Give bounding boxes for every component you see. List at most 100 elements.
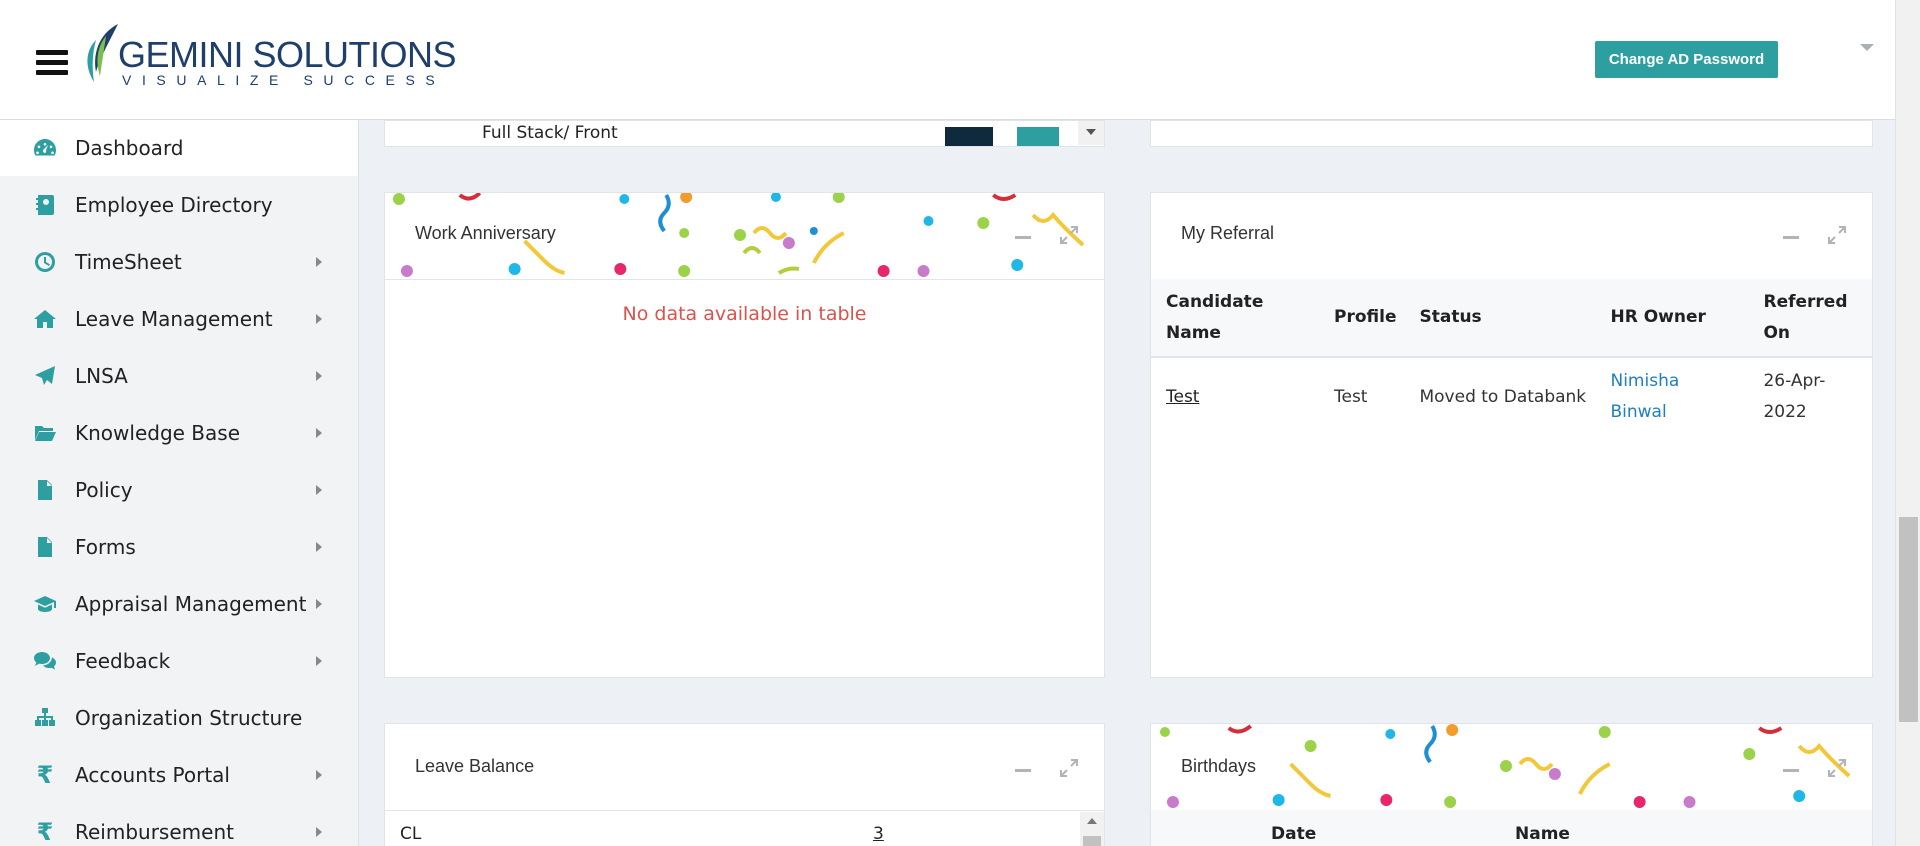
sidebar-item-label: Feedback <box>75 649 171 673</box>
table-header-row: Date Name <box>1151 810 1872 846</box>
minimize-icon[interactable] <box>1015 235 1031 239</box>
sidebar-item-reimbursement[interactable]: ₹ Reimbursement <box>0 804 358 846</box>
column-header[interactable]: Candidate Name <box>1151 279 1319 358</box>
candidate-link[interactable]: Test <box>1166 387 1199 407</box>
column-header[interactable]: Status <box>1404 279 1596 358</box>
rupee-icon: ₹ <box>36 818 54 846</box>
expand-icon[interactable] <box>1059 225 1079 249</box>
chevron-right-icon <box>316 827 322 837</box>
hr-owner-link[interactable]: Nimisha Binwal <box>1610 371 1679 422</box>
column-header[interactable]: Name <box>1515 824 1570 844</box>
panel-title: Work Anniversary <box>415 223 556 243</box>
sidebar-item-label: Policy <box>75 478 133 502</box>
sidebar-item-appraisal-management[interactable]: Appraisal Management <box>0 576 358 632</box>
expand-icon[interactable] <box>1059 758 1079 782</box>
page-scrollbar[interactable] <box>1895 0 1920 846</box>
partial-panel-top-left: Full Stack/ Front <box>384 120 1105 147</box>
sidebar-item-label: Leave Management <box>75 307 273 331</box>
sidebar-item-employee-directory[interactable]: Employee Directory <box>0 177 358 233</box>
action-button[interactable] <box>1017 127 1059 146</box>
column-header[interactable]: Date <box>1271 824 1316 844</box>
referral-table: Candidate Name Profile Status HR Owner R… <box>1151 279 1872 436</box>
chevron-right-icon <box>316 485 322 495</box>
sidebar-item-leave-management[interactable]: Leave Management <box>0 291 358 347</box>
leave-type-label: CL <box>400 824 422 844</box>
sidebar-item-label: LNSA <box>75 364 128 388</box>
user-menu-caret-icon[interactable] <box>1860 44 1874 51</box>
partial-panel-top-right <box>1150 120 1873 147</box>
panel-tools <box>1015 758 1079 782</box>
minimize-icon[interactable] <box>1783 768 1799 772</box>
column-header[interactable]: Referred On <box>1748 279 1872 358</box>
chevron-right-icon <box>316 257 322 267</box>
panel-scrollbar[interactable] <box>1080 812 1104 846</box>
sidebar-item-knowledge-base[interactable]: Knowledge Base <box>0 405 358 461</box>
panel-tools <box>1783 758 1847 782</box>
top-header: GEMINI SOLUTIONS VISUALIZE SUCCESS Chang… <box>0 0 1895 120</box>
sidebar-item-lnsa[interactable]: LNSA <box>0 348 358 404</box>
document-icon <box>32 534 58 560</box>
sidebar-item-forms[interactable]: Forms <box>0 519 358 575</box>
referred-on-cell: 26-Apr-2022 <box>1763 371 1826 422</box>
minimize-icon[interactable] <box>1783 235 1799 239</box>
paper-plane-icon <box>32 363 58 389</box>
sidebar-item-label: TimeSheet <box>75 250 182 274</box>
sidebar-nav: Dashboard Employee Directory TimeSheet L… <box>0 120 359 846</box>
panel-tools <box>1015 225 1079 249</box>
birthdays-panel: Birthdays Date Name <box>1150 723 1873 846</box>
chevron-right-icon <box>316 770 322 780</box>
scroll-down-arrow-icon[interactable] <box>1078 121 1104 145</box>
sidebar-item-label: Employee Directory <box>75 193 273 217</box>
chevron-right-icon <box>316 314 322 324</box>
rupee-icon: ₹ <box>36 761 54 789</box>
sidebar-item-label: Reimbursement <box>75 820 234 844</box>
minimize-icon[interactable] <box>1015 768 1031 772</box>
change-ad-password-button[interactable]: Change AD Password <box>1595 41 1778 78</box>
chevron-right-icon <box>316 371 322 381</box>
leave-balance-value-link[interactable]: 3 <box>873 824 884 844</box>
panel-title: Birthdays <box>1181 756 1257 776</box>
sidebar-item-dashboard[interactable]: Dashboard <box>0 120 358 176</box>
contact-book-icon <box>32 192 58 218</box>
panel-title: Leave Balance <box>415 756 535 776</box>
sidebar-item-label: Accounts Portal <box>75 763 230 787</box>
status-cell: Moved to Databank <box>1419 386 1587 407</box>
work-anniversary-panel: Work Anniversary No data available in ta… <box>384 192 1105 678</box>
expand-icon[interactable] <box>1827 225 1847 249</box>
sidebar-item-feedback[interactable]: Feedback <box>0 633 358 689</box>
column-header[interactable]: Profile <box>1319 279 1405 358</box>
table-header-row: Candidate Name Profile Status HR Owner R… <box>1151 279 1872 358</box>
sidebar-item-accounts-portal[interactable]: ₹ Accounts Portal <box>0 747 358 803</box>
divider <box>385 279 1104 280</box>
logo-tagline: VISUALIZE SUCCESS <box>122 72 446 88</box>
chevron-right-icon <box>316 542 322 552</box>
sidebar-item-label: Forms <box>75 535 136 559</box>
leave-balance-panel: Leave Balance CL 3 <box>384 723 1105 846</box>
sidebar-item-label: Appraisal Management <box>75 592 307 616</box>
sidebar-item-organization-structure[interactable]: Organization Structure <box>0 690 358 746</box>
sidebar-item-label: Dashboard <box>75 136 184 160</box>
clock-icon <box>32 249 58 275</box>
table-row: Test Test Moved to Databank Nimisha Binw… <box>1151 357 1872 436</box>
home-icon <box>32 306 58 332</box>
company-logo[interactable]: GEMINI SOLUTIONS VISUALIZE SUCCESS <box>82 22 457 88</box>
hamburger-menu-icon[interactable] <box>36 50 68 76</box>
profile-cell: Test <box>1334 386 1368 407</box>
expand-icon[interactable] <box>1827 758 1847 782</box>
column-header[interactable]: HR Owner <box>1595 279 1749 358</box>
dashboard-icon <box>32 135 58 161</box>
action-button[interactable] <box>945 127 993 146</box>
sidebar-item-timesheet[interactable]: TimeSheet <box>0 234 358 290</box>
empty-table-message: No data available in table <box>622 303 867 325</box>
sidebar-item-label: Knowledge Base <box>75 421 240 445</box>
logo-wordmark: GEMINI SOLUTIONS <box>118 34 457 75</box>
chevron-right-icon <box>316 599 322 609</box>
sidebar-item-policy[interactable]: Policy <box>0 462 358 518</box>
sidebar-item-label: Organization Structure <box>75 706 303 730</box>
scrollbar-thumb[interactable] <box>1899 517 1918 722</box>
panel-title: My Referral <box>1181 223 1275 243</box>
chat-bubbles-icon <box>32 648 58 674</box>
table-cell: Full Stack/ Front <box>482 123 618 143</box>
folder-open-icon <box>32 420 58 446</box>
document-icon <box>32 477 58 503</box>
